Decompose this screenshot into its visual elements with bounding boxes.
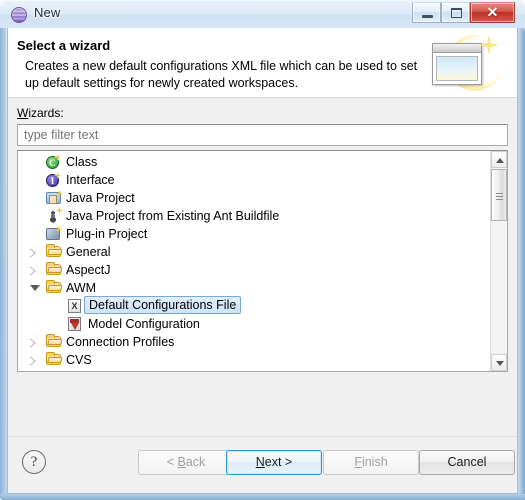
help-button[interactable]: ? [22, 450, 46, 474]
expand-arrow-icon[interactable] [30, 356, 36, 366]
tree-row-label: Interface [66, 173, 115, 187]
ant-buildfile-icon [46, 207, 63, 223]
window-title: New [34, 5, 61, 20]
wizard-banner-icon [427, 33, 505, 95]
tree-row-label: AspectJ [66, 263, 111, 277]
folder-icon [46, 244, 61, 257]
tree-row-label: Model Configuration [88, 317, 200, 331]
tree-row-label: Java Project from Existing Ant Buildfile [66, 209, 280, 223]
scroll-up-button[interactable] [491, 151, 507, 168]
tree-row-label: Class [66, 155, 98, 169]
back-button-label: ack [185, 455, 206, 469]
eclipse-sphere-icon [11, 7, 27, 23]
page-title: Select a wizard [17, 38, 111, 53]
tree-row[interactable]: AWM [18, 279, 490, 297]
scroll-down-button[interactable] [491, 354, 507, 371]
tree-row-label: AWM [66, 281, 97, 295]
finish-button[interactable]: Finish [323, 450, 419, 475]
new-sparkle-icon [55, 226, 62, 233]
close-icon: ✕ [486, 4, 499, 20]
back-button-accel: B [177, 455, 186, 469]
window-border-right [518, 28, 525, 500]
new-sparkle-icon [54, 154, 61, 161]
new-sparkle-icon [56, 207, 63, 214]
next-button-label: ext > [264, 455, 293, 469]
dialog-button-bar: ? < Back Next > Finish Cancel [8, 436, 517, 493]
window-graphic-titlebar [433, 44, 481, 53]
minimize-icon [422, 15, 433, 18]
scrollbar-grip-line [496, 196, 503, 197]
folder-icon [46, 262, 61, 275]
back-button-prefix: < [166, 455, 178, 469]
scrollbar-grip-line [496, 199, 503, 200]
wizards-label-rest: izards: [28, 106, 64, 120]
tree-row-label: Connection Profiles [66, 335, 175, 349]
wizards-label-accel: W [17, 106, 29, 120]
wizard-body: Wizards: C Class I Interface Java Project Jav… [8, 98, 517, 436]
title-bar[interactable]: New ✕ [0, 0, 525, 28]
minimize-button[interactable] [412, 2, 441, 23]
tree-row[interactable]: X Default Configurations File [18, 296, 490, 315]
tree-row[interactable]: Plug-in Project [18, 225, 490, 243]
tree-row[interactable]: AspectJ [18, 261, 490, 279]
model-config-icon [68, 317, 81, 331]
expand-arrow-icon[interactable] [30, 248, 36, 258]
tree-row[interactable]: CVS [18, 351, 490, 369]
page-description: Creates a new default configurations XML… [25, 59, 418, 90]
wizards-label: Wizards: [17, 106, 64, 120]
close-button[interactable]: ✕ [470, 2, 515, 23]
cancel-button-label: Cancel [447, 455, 487, 469]
tree-row[interactable]: Model Configuration [18, 315, 490, 333]
maximize-icon [451, 8, 462, 18]
wizard-banner: Select a wizard Creates a new default co… [8, 28, 517, 98]
expand-arrow-icon[interactable] [30, 338, 36, 348]
tree-row[interactable]: Java Project from Existing Ant Buildfile [18, 207, 490, 225]
collapse-arrow-icon[interactable] [30, 285, 40, 291]
tree-row-label: Default Configurations File [84, 296, 242, 314]
maximize-button[interactable] [441, 2, 470, 23]
filter-input[interactable] [17, 124, 508, 146]
back-button[interactable]: < Back [138, 450, 234, 475]
finish-button-accel: F [354, 455, 362, 469]
scrollbar-grip-line [496, 193, 503, 194]
xml-file-icon: X [68, 299, 81, 313]
next-button-accel: N [255, 455, 265, 469]
java-project-icon [46, 190, 63, 204]
tree-row-label: Plug-in Project [66, 227, 148, 241]
class-icon: C [46, 154, 61, 169]
window-graphic-icon [432, 43, 482, 85]
new-wizard-dialog: New ✕ Select a wizard Creates a new defa… [0, 0, 525, 500]
folder-icon [46, 280, 61, 293]
tree-row[interactable]: Connection Profiles [18, 333, 490, 351]
window-border-left [0, 28, 6, 500]
finish-button-label: inish [361, 455, 388, 469]
new-sparkle-icon [54, 172, 61, 179]
scroll-down-arrow-icon [496, 361, 504, 366]
window-border-bottom [0, 494, 525, 500]
tree-row[interactable]: General [18, 243, 490, 261]
tree-row-label: Java Project [66, 191, 135, 205]
new-sparkle-icon [56, 190, 63, 197]
plugin-project-icon [46, 226, 62, 240]
wizard-tree[interactable]: C Class I Interface Java Project Java Project… [17, 150, 508, 372]
dialog-client-area: Select a wizard Creates a new default co… [7, 28, 518, 494]
tree-row[interactable]: C Class [18, 153, 490, 171]
tree-vertical-scrollbar[interactable] [490, 151, 507, 371]
tree-row[interactable]: I Interface [18, 171, 490, 189]
folder-icon [46, 352, 61, 365]
cancel-button[interactable]: Cancel [419, 450, 515, 475]
scroll-up-arrow-icon [496, 158, 504, 163]
tree-row-label: General [66, 245, 111, 259]
tree-row-label: CVS [66, 353, 92, 367]
interface-icon: I [46, 172, 61, 187]
scrollbar-thumb[interactable] [491, 169, 507, 221]
expand-arrow-icon[interactable] [30, 266, 36, 276]
wizard-tree-rows: C Class I Interface Java Project Java Project… [18, 153, 490, 369]
folder-icon [46, 334, 61, 347]
tree-row[interactable]: Java Project [18, 189, 490, 207]
next-button[interactable]: Next > [226, 450, 322, 475]
window-graphic-body [436, 56, 478, 81]
